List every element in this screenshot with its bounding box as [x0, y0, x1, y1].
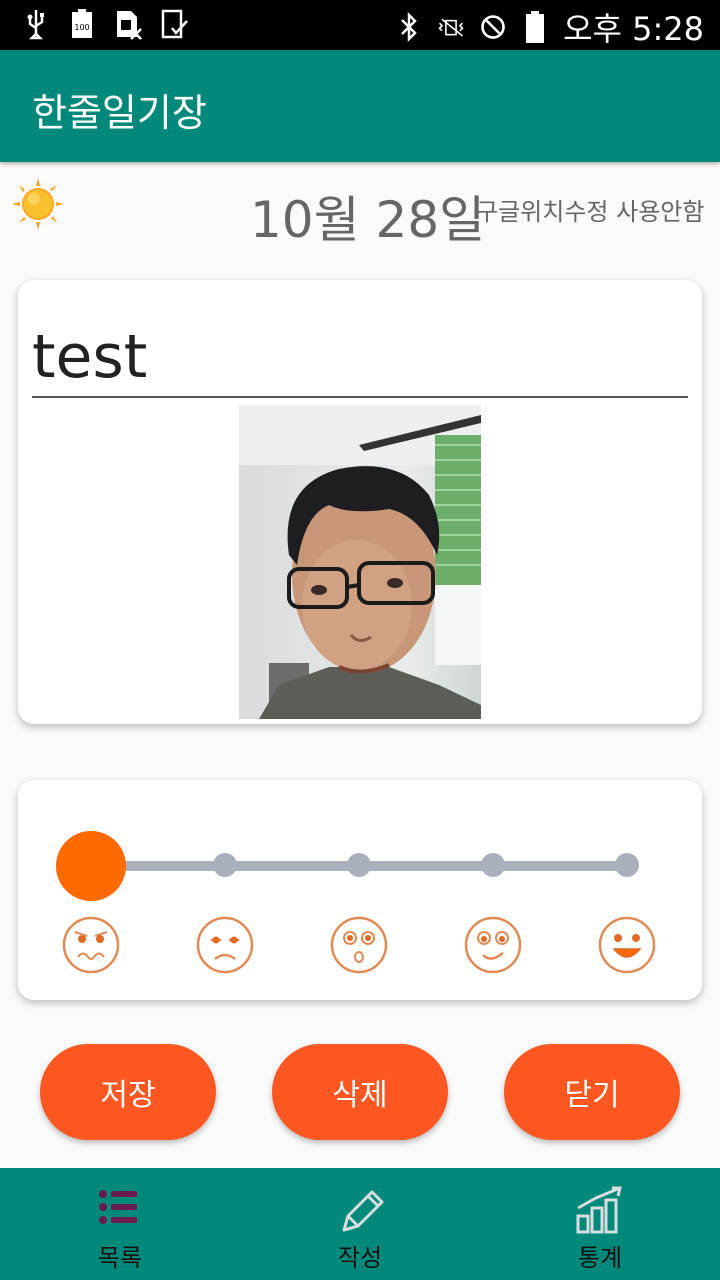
sun-icon[interactable] — [10, 176, 66, 232]
entry-title-input[interactable] — [32, 318, 688, 398]
save-button[interactable]: 저장 — [40, 1044, 216, 1140]
happy-face-icon[interactable] — [597, 915, 657, 975]
delete-button[interactable]: 삭제 — [272, 1044, 448, 1140]
nav-label-stats: 통계 — [577, 1244, 623, 1272]
svg-text:100: 100 — [74, 23, 89, 32]
mood-slider-thumb[interactable] — [56, 831, 126, 901]
bluetooth-icon — [395, 11, 423, 43]
do-not-disturb-icon — [479, 11, 507, 43]
status-bar: 100 오후 5:28 — [0, 0, 720, 50]
vibrate-mute-icon — [437, 11, 465, 43]
chart-icon — [570, 1182, 630, 1238]
list-icon — [90, 1182, 150, 1238]
mood-slider-tick[interactable] — [347, 853, 371, 877]
pencil-icon — [330, 1182, 390, 1238]
app-bar: 한줄일기장 — [0, 50, 720, 162]
very-sad-face-icon[interactable] — [61, 915, 121, 975]
battery-icon — [521, 11, 549, 43]
nav-item-write[interactable]: 작성 — [240, 1168, 480, 1280]
app-title: 한줄일기장 — [32, 91, 207, 135]
close-button[interactable]: 닫기 — [504, 1044, 680, 1140]
surprised-face-icon[interactable] — [329, 915, 389, 975]
nav-label-write: 작성 — [337, 1244, 383, 1272]
location-status[interactable]: 구글위치수정 사용안함 — [476, 192, 704, 227]
mood-slider-tick[interactable] — [481, 853, 505, 877]
mood-slider-tick[interactable] — [615, 853, 639, 877]
nav-label-list: 목록 — [97, 1244, 143, 1272]
status-time: 오후 5:28 — [563, 10, 704, 48]
nav-item-stats[interactable]: 통계 — [480, 1168, 720, 1280]
content-face-icon[interactable] — [463, 915, 523, 975]
usb-icon — [22, 8, 50, 40]
sad-face-icon[interactable] — [195, 915, 255, 975]
battery-100-icon: 100 — [68, 8, 96, 40]
task-check-icon — [160, 8, 188, 40]
date-header: 10월 28일 구글위치수정 사용안함 — [0, 168, 720, 249]
nav-item-list[interactable]: 목록 — [0, 1168, 240, 1280]
mood-slider-tick[interactable] — [213, 853, 237, 877]
mood-selector-card — [18, 780, 702, 1000]
entry-photo[interactable] — [239, 405, 481, 719]
sim-card-icon — [114, 8, 142, 40]
entry-card — [18, 280, 702, 724]
entry-date: 10월 28일 — [250, 191, 486, 249]
bottom-navigation: 목록 작성 통계 — [0, 1168, 720, 1280]
